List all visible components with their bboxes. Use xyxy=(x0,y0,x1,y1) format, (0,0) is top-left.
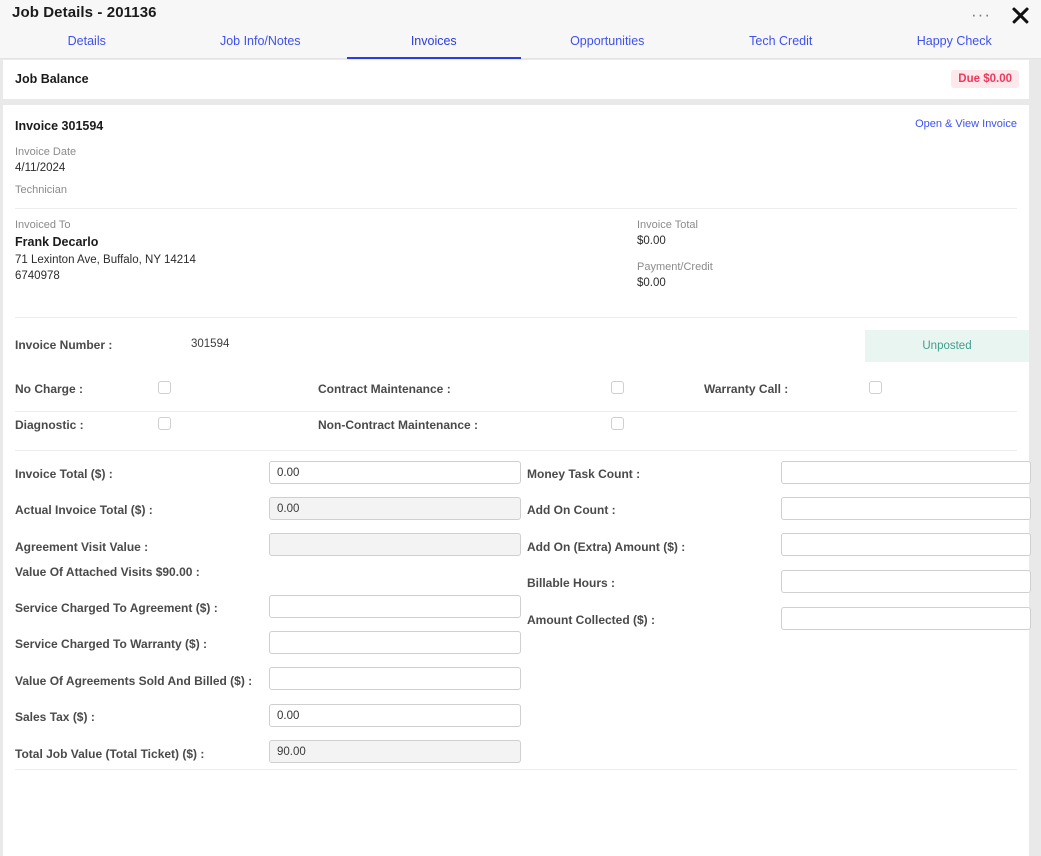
header-actions: ··· xyxy=(969,4,1031,26)
agreement-visit-value-label: Agreement Visit Value : xyxy=(15,540,149,554)
open-and-view-invoice-link[interactable]: Open & View Invoice xyxy=(915,118,1017,130)
amount-collected-input[interactable] xyxy=(781,607,1031,630)
invoice-title: Invoice 301594 xyxy=(15,119,104,133)
actual-invoice-total-label: Actual Invoice Total ($) : xyxy=(15,503,153,517)
tab-details[interactable]: Details xyxy=(0,29,174,59)
more-options-icon[interactable]: ··· xyxy=(969,6,993,24)
value-of-agreements-sold-and-billed-input[interactable] xyxy=(269,667,521,690)
invoice-date-value: 4/11/2024 xyxy=(15,162,66,174)
tab-opportunities[interactable]: Opportunities xyxy=(521,29,695,59)
no-charge-checkbox[interactable] xyxy=(158,381,171,394)
value-of-attached-visits-label: Value Of Attached Visits $90.00 : xyxy=(15,565,200,579)
technician-label: Technician xyxy=(15,184,67,196)
tab-invoices[interactable]: Invoices xyxy=(347,29,521,59)
non-contract-maintenance-label: Non-Contract Maintenance : xyxy=(318,418,479,432)
invoice-total-label: Invoice Total xyxy=(637,219,698,231)
billable-hours-label: Billable Hours : xyxy=(527,576,616,590)
divider xyxy=(15,450,1017,451)
service-charged-to-agreement-label: Service Charged To Agreement ($) : xyxy=(15,601,218,615)
add-on-extra-amount-input[interactable] xyxy=(781,533,1031,556)
billable-hours-input[interactable] xyxy=(781,570,1031,593)
contract-maintenance-checkbox[interactable] xyxy=(611,381,624,394)
invoiced-to-address: 71 Lexinton Ave, Buffalo, NY 14214 xyxy=(15,254,196,266)
invoiced-to-block: Invoiced To Frank Decarlo 71 Lexinton Av… xyxy=(15,218,196,284)
divider xyxy=(15,317,1017,318)
payment-credit-value: $0.00 xyxy=(637,277,666,289)
add-on-count-label: Add On Count : xyxy=(527,503,616,517)
agreement-visit-value-input[interactable] xyxy=(269,533,521,556)
amount-collected-label: Amount Collected ($) : xyxy=(527,613,655,627)
invoice-total-field-label: Invoice Total ($) : xyxy=(15,467,113,481)
invoice-number-label: Invoice Number : xyxy=(15,338,113,352)
divider xyxy=(15,208,1017,209)
service-charged-to-agreement-input[interactable] xyxy=(269,595,521,618)
money-task-count-input[interactable] xyxy=(781,461,1031,484)
add-on-extra-amount-label: Add On (Extra) Amount ($) : xyxy=(527,540,686,554)
tab-job-info-notes[interactable]: Job Info/Notes xyxy=(174,29,348,59)
job-details-window: Job Details - 201136 ··· Details Job Inf… xyxy=(0,0,1041,856)
tab-happy-check[interactable]: Happy Check xyxy=(868,29,1041,59)
invoiced-to-label: Invoiced To xyxy=(15,219,71,231)
contract-maintenance-label: Contract Maintenance : xyxy=(318,382,451,396)
diagnostic-checkbox[interactable] xyxy=(158,417,171,430)
service-charged-to-warranty-input[interactable] xyxy=(269,631,521,654)
close-icon[interactable] xyxy=(1009,4,1031,26)
page-title: Job Details - 201136 xyxy=(12,4,157,21)
job-balance-label: Job Balance xyxy=(15,72,89,86)
diagnostic-label: Diagnostic : xyxy=(15,418,84,432)
no-charge-label: No Charge : xyxy=(15,382,84,396)
technician-block: Technician xyxy=(15,183,67,198)
invoice-total-input[interactable] xyxy=(269,461,521,484)
total-job-value-input[interactable] xyxy=(269,740,521,763)
sales-tax-input[interactable] xyxy=(269,704,521,727)
tab-bar: Details Job Info/Notes Invoices Opportun… xyxy=(0,29,1041,59)
money-task-count-label: Money Task Count : xyxy=(527,467,641,481)
tab-tech-credit[interactable]: Tech Credit xyxy=(694,29,868,59)
actual-invoice-total-input[interactable] xyxy=(269,497,521,520)
divider xyxy=(15,769,1017,770)
payment-credit-label: Payment/Credit xyxy=(637,261,713,273)
invoiced-to-id: 6740978 xyxy=(15,270,60,282)
sales-tax-label: Sales Tax ($) : xyxy=(15,710,95,724)
invoice-number-value: 301594 xyxy=(191,338,230,350)
window-header: Job Details - 201136 ··· Details Job Inf… xyxy=(0,0,1041,59)
service-charged-to-warranty-label: Service Charged To Warranty ($) : xyxy=(15,637,208,651)
total-job-value-label: Total Job Value (Total Ticket) ($) : xyxy=(15,747,205,761)
non-contract-maintenance-checkbox[interactable] xyxy=(611,417,624,430)
invoice-date-block: Invoice Date 4/11/2024 xyxy=(15,145,76,176)
warranty-call-label: Warranty Call : xyxy=(704,382,789,396)
job-balance-card: Job Balance Due $0.00 xyxy=(3,60,1029,99)
invoice-totals-block: Invoice Total $0.00 Payment/Credit $0.00 xyxy=(637,218,713,291)
invoice-card: Invoice 301594 Open & View Invoice Invoi… xyxy=(3,105,1031,856)
warranty-call-checkbox[interactable] xyxy=(869,381,882,394)
divider xyxy=(15,411,1017,412)
invoice-date-label: Invoice Date xyxy=(15,146,77,158)
add-on-count-input[interactable] xyxy=(781,497,1031,520)
due-status-badge: Due $0.00 xyxy=(951,70,1019,88)
invoice-status-badge: Unposted xyxy=(865,330,1029,362)
invoice-total-value: $0.00 xyxy=(637,235,666,247)
invoiced-to-name: Frank Decarlo xyxy=(15,235,99,249)
value-of-agreements-sold-and-billed-label: Value Of Agreements Sold And Billed ($) … xyxy=(15,674,253,688)
